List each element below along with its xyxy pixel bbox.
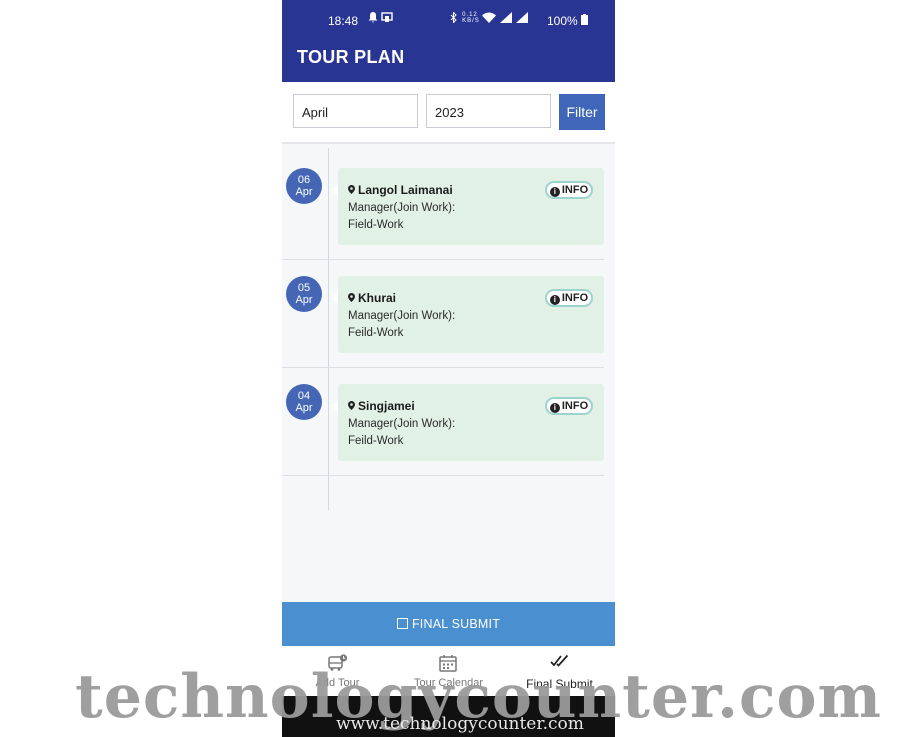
year-field[interactable]: 2023 — [426, 94, 551, 128]
phone-screen: 18:48 0.12 KB/S 100% TOUR PLAN April 202… — [282, 0, 615, 737]
info-button-label: INFO — [561, 184, 589, 196]
timeline-item: 06 Apr Langol Laimanai i INFO Manager(Joi… — [282, 148, 615, 260]
card-pointer — [332, 184, 338, 196]
date-month: Apr — [295, 402, 313, 414]
tour-work-type: Feild-Work — [348, 327, 404, 339]
date-badge: 06 Apr — [286, 168, 322, 204]
card-pointer — [332, 292, 338, 304]
tour-place: Langol Laimanai — [348, 183, 453, 197]
timeline-item: 04 Apr Singjamei i INFO Manager(Join Work… — [282, 364, 615, 476]
tour-place-label: Khurai — [358, 291, 397, 305]
tour-role: Manager(Join Work): — [348, 418, 456, 430]
date-day: 06 — [297, 174, 311, 186]
timeline-item: 05 Apr Khurai i INFO Manager(Join Work): … — [282, 256, 615, 368]
date-month: Apr — [295, 294, 313, 306]
tour-place-label: Singjamei — [358, 399, 415, 413]
tour-role: Manager(Join Work): — [348, 310, 456, 322]
watermark-url: www.technologycounter.com — [336, 714, 584, 734]
filter-bar: April 2023 Filter — [282, 82, 615, 144]
info-button-label: INFO — [561, 292, 589, 304]
info-button[interactable]: i INFO — [545, 181, 593, 199]
tour-work-type: Field-Work — [348, 219, 404, 231]
date-badge: 04 Apr — [286, 384, 322, 420]
page-title: TOUR PLAN — [297, 47, 405, 67]
bell-icon — [368, 12, 378, 23]
signal-icon — [500, 12, 513, 23]
tour-card[interactable]: Singjamei i INFO Manager(Join Work): Feil… — [332, 384, 604, 461]
status-bar: 18:48 0.12 KB/S 100% — [282, 0, 615, 40]
filter-button[interactable]: Filter — [559, 94, 605, 130]
info-button-label: INFO — [561, 400, 589, 412]
tour-place-label: Langol Laimanai — [358, 183, 453, 197]
tour-place: Khurai — [348, 291, 396, 305]
notification-icons — [368, 12, 394, 26]
date-month: Apr — [295, 186, 313, 198]
tour-role: Manager(Join Work): — [348, 202, 456, 214]
tour-work-type: Feild-Work — [348, 435, 404, 447]
info-icon: i — [549, 187, 560, 197]
final-submit-button[interactable]: FINAL SUBMIT — [282, 602, 615, 646]
card-pointer — [332, 400, 338, 412]
month-field[interactable]: April — [293, 94, 418, 128]
battery-level: 100% — [547, 14, 589, 28]
battery-text: 100% — [547, 14, 578, 28]
bluetooth-icon — [450, 11, 457, 24]
info-button[interactable]: i INFO — [545, 289, 593, 307]
tour-card[interactable]: Langol Laimanai i INFO Manager(Join Work)… — [332, 168, 604, 245]
status-time: 18:48 — [328, 14, 359, 28]
map-pin-icon — [348, 185, 355, 194]
wifi-icon — [482, 12, 497, 23]
network-speed: 0.12 KB/S — [462, 12, 480, 24]
date-day: 05 — [297, 282, 311, 294]
final-submit-label: FINAL SUBMIT — [411, 617, 501, 631]
map-pin-icon — [348, 401, 355, 410]
connectivity-icons: 0.12 KB/S — [450, 11, 529, 26]
date-day: 04 — [297, 390, 311, 402]
map-pin-icon — [348, 293, 355, 302]
cast-icon — [381, 12, 394, 22]
info-icon: i — [549, 295, 560, 305]
signal-icon — [516, 12, 529, 23]
tour-timeline: 06 Apr Langol Laimanai i INFO Manager(Joi… — [282, 148, 615, 510]
save-icon — [396, 618, 408, 629]
app-bar: 18:48 0.12 KB/S 100% TOUR PLAN — [282, 0, 615, 82]
tour-place: Singjamei — [348, 399, 415, 413]
date-badge: 05 Apr — [286, 276, 322, 312]
info-icon: i — [549, 403, 560, 413]
info-button[interactable]: i INFO — [545, 397, 593, 415]
tour-card[interactable]: Khurai i INFO Manager(Join Work): Feild-W… — [332, 276, 604, 353]
item-divider — [282, 475, 604, 476]
battery-icon — [581, 14, 589, 25]
